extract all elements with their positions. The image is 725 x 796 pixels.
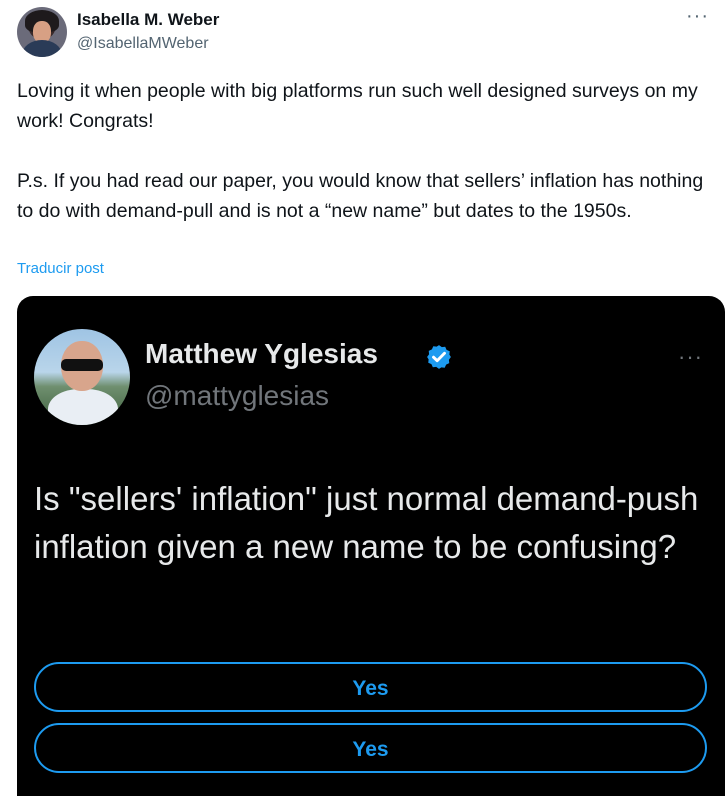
more-options-icon[interactable]: ··· bbox=[686, 6, 709, 26]
quoted-author-handle[interactable]: @mattyglesias bbox=[145, 380, 329, 412]
poll-option-2[interactable]: Yes bbox=[34, 723, 707, 773]
quoted-avatar[interactable] bbox=[34, 329, 130, 425]
avatar[interactable] bbox=[17, 7, 67, 57]
tweet: Isabella M. Weber @IsabellaMWeber ··· Lo… bbox=[0, 0, 725, 796]
tweet-text: Loving it when people with big platforms… bbox=[17, 80, 704, 222]
quoted-avatar-shirt bbox=[48, 389, 118, 425]
quoted-author-name[interactable]: Matthew Yglesias bbox=[145, 338, 378, 370]
verified-badge-icon bbox=[427, 345, 451, 369]
quoted-more-options-icon[interactable]: ··· bbox=[678, 344, 703, 370]
quoted-tweet-card[interactable]: Matthew Yglesias @mattyglesias ··· Is "s… bbox=[17, 296, 725, 796]
translate-link[interactable]: Traducir post bbox=[17, 260, 104, 277]
poll-option-1[interactable]: Yes bbox=[34, 662, 707, 712]
author-name[interactable]: Isabella M. Weber bbox=[77, 10, 219, 30]
quoted-avatar-sunglasses bbox=[61, 359, 103, 371]
quoted-tweet-text: Is "sellers' inflation" just normal dema… bbox=[34, 480, 699, 565]
avatar-body bbox=[22, 40, 62, 57]
author-handle[interactable]: @IsabellaMWeber bbox=[77, 35, 209, 53]
